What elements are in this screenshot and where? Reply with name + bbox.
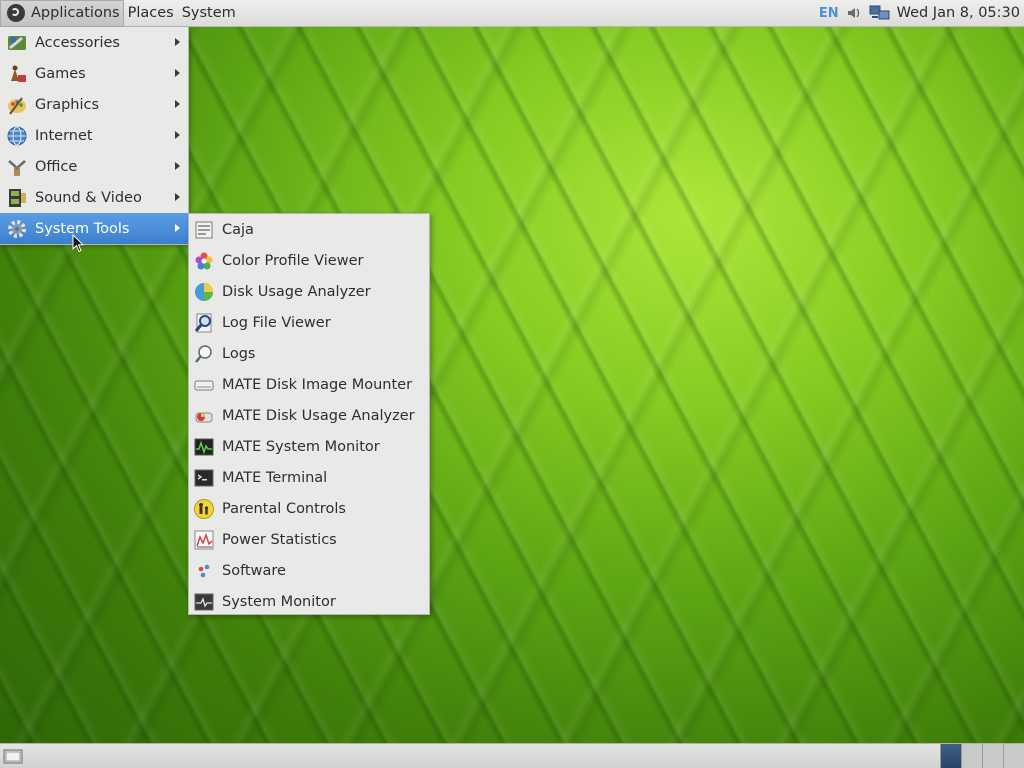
menu-item-label: Games (35, 65, 86, 82)
network-icon[interactable] (869, 4, 891, 22)
submenu-item-color-profile-viewer[interactable]: Color Profile Viewer (189, 245, 429, 276)
applications-menu[interactable]: Applications (0, 0, 124, 27)
power-statistics-icon (194, 530, 214, 549)
parental-controls-icon (194, 498, 214, 519)
menu-item-label: Office (35, 158, 78, 175)
menu-item-system-tools[interactable]: System Tools (0, 213, 188, 244)
submenu-item-mate-disk-usage-analyzer[interactable]: MATE Disk Usage Analyzer (189, 400, 429, 431)
submenu-item-label: Color Profile Viewer (222, 252, 364, 269)
workspace-4[interactable] (1003, 744, 1024, 768)
submenu-item-label: Logs (222, 345, 256, 362)
logs-magnifier-icon (195, 344, 212, 363)
menu-item-label: Sound & Video (35, 189, 142, 206)
mouse-cursor-icon (72, 234, 84, 253)
workspace-2[interactable] (961, 744, 982, 768)
show-desktop-icon[interactable] (3, 748, 23, 764)
submenu-arrow-icon (175, 38, 180, 46)
submenu-item-label: Software (222, 562, 286, 579)
applications-menu-label: Applications (31, 5, 120, 21)
submenu-item-log-file-viewer[interactable]: Log File Viewer (189, 307, 429, 338)
color-profile-icon (195, 252, 213, 269)
submenu-item-disk-usage-analyzer[interactable]: Disk Usage Analyzer (189, 276, 429, 307)
internet-icon (7, 126, 27, 145)
submenu-arrow-icon (175, 193, 180, 201)
log-viewer-icon (194, 313, 212, 332)
submenu-item-system-monitor[interactable]: System Monitor (189, 586, 429, 617)
menu-item-graphics[interactable]: Graphics (0, 89, 188, 120)
menu-item-games[interactable]: Games (0, 58, 188, 89)
submenu-item-mate-terminal[interactable]: MATE Terminal (189, 462, 429, 493)
mate-disk-usage-icon (195, 412, 213, 422)
workspace-3[interactable] (982, 744, 1003, 768)
system-tools-icon (8, 219, 26, 238)
submenu-item-label: Disk Usage Analyzer (222, 283, 371, 300)
menu-item-office[interactable]: Office (0, 151, 188, 182)
system-tray: EN Wed Jan 8, 05:30 (819, 0, 1024, 27)
submenu-item-label: Power Statistics (222, 531, 337, 548)
disk-image-icon (194, 380, 214, 390)
top-panel: Applications Places System EN Wed Jan 8,… (0, 0, 1024, 27)
terminal-icon (194, 469, 214, 486)
menu-item-label: Accessories (35, 34, 120, 51)
menu-item-label: Internet (35, 127, 93, 144)
system-monitor-2-icon (194, 593, 214, 610)
submenu-item-power-statistics[interactable]: Power Statistics (189, 524, 429, 555)
bottom-panel (0, 743, 1024, 768)
submenu-arrow-icon (175, 69, 180, 77)
mate-logo-icon (7, 4, 25, 22)
places-menu[interactable]: Places (124, 0, 178, 27)
office-icon (8, 159, 26, 176)
keyboard-layout-indicator[interactable]: EN (819, 6, 839, 21)
submenu-item-label: System Monitor (222, 593, 336, 610)
accessories-icon (8, 35, 26, 50)
submenu-arrow-icon (175, 162, 180, 170)
submenu-item-parental-controls[interactable]: Parental Controls (189, 493, 429, 524)
menu-item-accessories[interactable]: Accessories (0, 27, 188, 58)
volume-icon[interactable] (845, 4, 863, 22)
menu-item-sound-video[interactable]: Sound & Video (0, 182, 188, 213)
system-monitor-icon (194, 438, 214, 455)
submenu-arrow-icon (175, 224, 180, 232)
submenu-item-label: MATE System Monitor (222, 438, 380, 455)
software-icon (198, 564, 210, 577)
applications-dropdown: Accessories Games Graphics Internet Offi… (0, 27, 189, 245)
games-icon (11, 65, 26, 82)
submenu-item-caja[interactable]: Caja (189, 214, 429, 245)
submenu-item-label: MATE Terminal (222, 469, 328, 486)
workspace-switcher (940, 744, 1024, 768)
submenu-item-mate-disk-image-mounter[interactable]: MATE Disk Image Mounter (189, 369, 429, 400)
file-manager-icon (195, 221, 213, 238)
submenu-item-label: Caja (222, 221, 254, 238)
submenu-item-label: Parental Controls (222, 500, 346, 517)
submenu-arrow-icon (175, 100, 180, 108)
disk-usage-pie-icon (195, 282, 213, 301)
clock[interactable]: Wed Jan 8, 05:30 (897, 5, 1020, 21)
workspace-1[interactable] (940, 744, 961, 768)
submenu-item-label: MATE Disk Usage Analyzer (222, 407, 415, 424)
submenu-item-software[interactable]: Software (189, 555, 429, 586)
submenu-item-label: Log File Viewer (222, 314, 331, 331)
submenu-item-mate-system-monitor[interactable]: MATE System Monitor (189, 431, 429, 462)
sound-video-icon (9, 188, 26, 207)
menu-item-internet[interactable]: Internet (0, 120, 188, 151)
submenu-arrow-icon (175, 131, 180, 139)
graphics-icon (8, 96, 26, 115)
places-menu-label: Places (127, 5, 174, 21)
menu-item-label: Graphics (35, 96, 100, 113)
submenu-item-label: MATE Disk Image Mounter (222, 376, 413, 393)
system-menu[interactable]: System (178, 0, 240, 27)
system-menu-label: System (181, 5, 236, 21)
system-tools-submenu: Caja Color Profile Viewer Disk Usage Ana… (188, 213, 430, 615)
submenu-item-logs[interactable]: Logs (189, 338, 429, 369)
